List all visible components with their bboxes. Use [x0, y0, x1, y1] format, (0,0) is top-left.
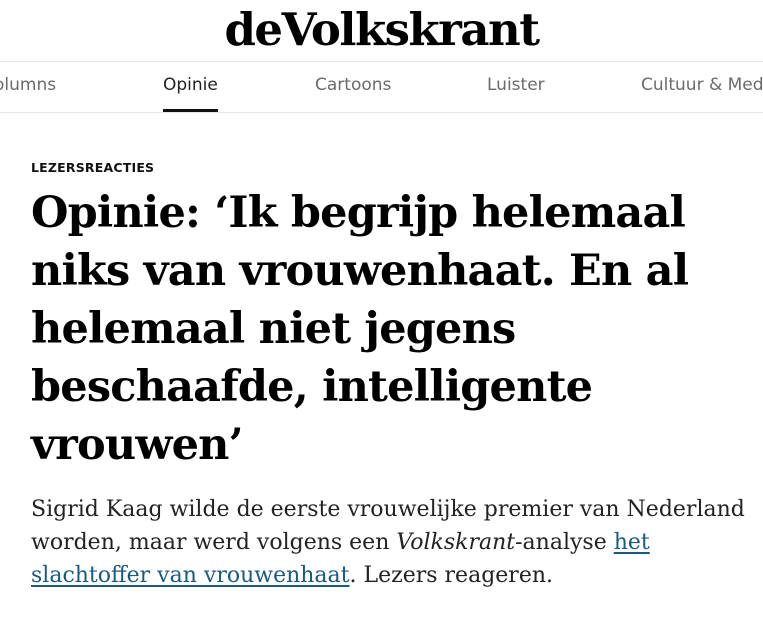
nav-item-cultuur-media[interactable]: Cultuur & Medi — [641, 62, 763, 112]
site-header: deVolkskrant — [0, 0, 763, 60]
article-intro: Sigrid Kaag wilde de eerste vrouwelijke … — [31, 493, 751, 592]
nav-item-opinie[interactable]: Opinie — [163, 62, 218, 112]
article-headline: Opinie: ‘Ik begrijp helemaal niks van vr… — [31, 188, 689, 470]
nav-item-label: Opinie — [163, 75, 218, 95]
intro-italic-text: Volkskrant — [396, 530, 516, 555]
intro-text: . Lezers reageren. — [349, 563, 553, 588]
nav-item-columns[interactable]: olumns — [0, 62, 56, 112]
article-kicker: LEZERSREACTIES — [31, 160, 155, 175]
nav-item-luister[interactable]: Luister — [487, 62, 545, 112]
intro-text: -analyse — [515, 530, 614, 555]
active-tab-indicator — [163, 109, 218, 112]
nav-item-cartoons[interactable]: Cartoons — [315, 62, 391, 112]
site-logo[interactable]: deVolkskrant — [224, 2, 540, 58]
section-nav: olumns Opinie Cartoons Luister Cultuur &… — [0, 61, 763, 113]
